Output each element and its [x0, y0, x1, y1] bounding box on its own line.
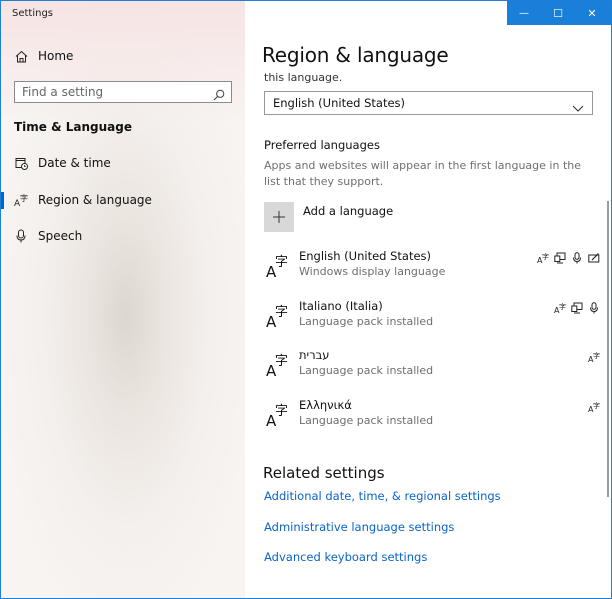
language-features: A字 — [554, 299, 600, 315]
page-title: Region & language — [262, 43, 449, 67]
svg-text:字: 字 — [559, 302, 566, 311]
sidebar-item-region-language[interactable]: A字 Region & language — [1, 183, 245, 217]
link-additional-date-time-regional[interactable]: Additional date, time, & regional settin… — [264, 489, 501, 503]
svg-text:字: 字 — [542, 252, 549, 261]
link-administrative-language[interactable]: Administrative language settings — [264, 520, 454, 534]
svg-text:字: 字 — [20, 193, 28, 203]
language-features: A字 — [588, 398, 600, 414]
display-icon — [554, 249, 566, 264]
dropdown-value: English (United States) — [273, 96, 406, 110]
related-settings-heading: Related settings — [263, 464, 385, 482]
language-status: Language pack installed — [299, 315, 434, 328]
language-item-hebrew[interactable]: A字 עברית Language pack installed A字 — [264, 348, 600, 392]
main-content: — ☐ ✕ Region & language this language. E… — [245, 1, 611, 598]
plus-icon — [264, 202, 294, 232]
microphone-icon — [571, 249, 583, 264]
close-button[interactable]: ✕ — [575, 1, 609, 25]
language-name: Ελληνικά — [299, 398, 352, 412]
language-features: A字 — [588, 348, 600, 364]
app-title: Settings — [12, 8, 54, 19]
language-pack-icon: A字 — [554, 299, 566, 315]
add-language-button[interactable]: Add a language — [264, 202, 393, 232]
language-pack-icon: A字 — [588, 398, 600, 414]
calendar-clock-icon — [14, 156, 28, 170]
language-icon: A字 — [266, 402, 290, 430]
language-status: Windows display language — [299, 265, 446, 278]
sidebar: Settings Home Time & Language Date & tim… — [1, 1, 245, 598]
svg-text:字: 字 — [593, 351, 600, 360]
language-item-english[interactable]: A字 English (United States) Windows displ… — [264, 249, 600, 293]
chevron-down-icon — [572, 98, 584, 112]
nav-home-label: Home — [38, 49, 74, 63]
language-pack-icon: A字 — [537, 249, 549, 265]
minimize-icon: — — [519, 7, 529, 19]
maximize-button[interactable]: ☐ — [541, 1, 575, 25]
search-icon[interactable] — [213, 86, 225, 101]
preferred-languages-heading: Preferred languages — [264, 138, 380, 152]
maximize-icon: ☐ — [553, 6, 563, 20]
section-title: Time & Language — [14, 120, 133, 134]
nav-home[interactable]: Home — [1, 39, 245, 73]
display-icon — [571, 299, 583, 314]
language-status: Language pack installed — [299, 414, 434, 427]
language-icon: A字 — [266, 352, 290, 380]
close-icon: ✕ — [587, 6, 597, 20]
handwriting-icon — [588, 249, 600, 263]
microphone-icon — [14, 229, 28, 243]
settings-window: Settings Home Time & Language Date & tim… — [0, 0, 612, 599]
language-features: A字 — [537, 249, 600, 265]
preferred-languages-description: Apps and websites will appear in the fir… — [264, 159, 581, 188]
language-name: English (United States) — [299, 249, 432, 263]
language-icon: A字 — [266, 303, 290, 331]
language-status: Language pack installed — [299, 364, 434, 377]
language-icon: A字 — [14, 193, 28, 207]
home-icon — [14, 49, 28, 63]
language-item-greek[interactable]: A字 Ελληνικά Language pack installed A字 — [264, 398, 600, 442]
country-region-dropdown[interactable]: English (United States) — [264, 91, 593, 115]
svg-text:字: 字 — [275, 305, 288, 320]
search-input[interactable] — [15, 84, 204, 100]
language-icon: A字 — [266, 253, 290, 281]
language-pack-icon: A字 — [588, 348, 600, 364]
sidebar-item-label: Speech — [38, 229, 83, 243]
search-box[interactable] — [14, 81, 232, 103]
svg-text:字: 字 — [275, 354, 288, 369]
sidebar-item-label: Region & language — [38, 193, 152, 207]
language-name: עברית — [299, 348, 330, 362]
svg-text:字: 字 — [275, 255, 288, 270]
link-advanced-keyboard[interactable]: Advanced keyboard settings — [264, 550, 427, 564]
sidebar-item-speech[interactable]: Speech — [1, 219, 245, 253]
sidebar-item-date-time[interactable]: Date & time — [1, 146, 245, 180]
scrollbar[interactable] — [607, 201, 609, 497]
cut-off-text: this language. — [264, 71, 343, 84]
language-item-italian[interactable]: A字 Italiano (Italia) Language pack insta… — [264, 299, 600, 343]
language-name: Italiano (Italia) — [299, 299, 383, 313]
sidebar-item-label: Date & time — [38, 156, 111, 170]
svg-text:字: 字 — [275, 404, 288, 419]
microphone-icon — [588, 299, 600, 314]
minimize-button[interactable]: — — [507, 1, 541, 25]
window-controls: — ☐ ✕ — [507, 1, 611, 25]
add-language-label: Add a language — [303, 204, 394, 218]
svg-text:字: 字 — [593, 401, 600, 410]
